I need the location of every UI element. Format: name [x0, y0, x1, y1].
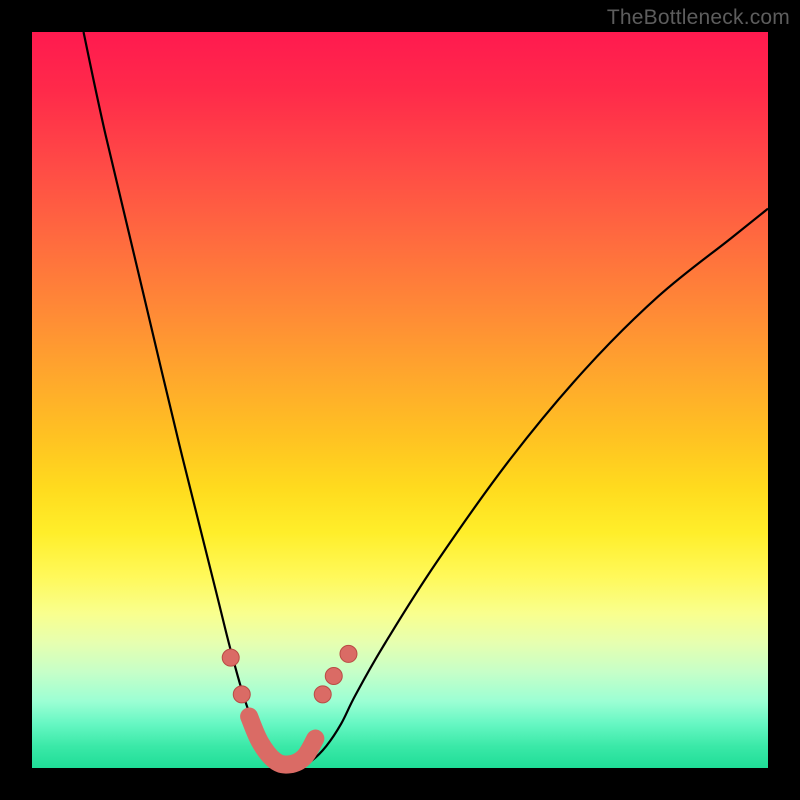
dot-right-1 — [314, 686, 331, 703]
plot-area — [32, 32, 768, 768]
dot-right-2 — [325, 668, 342, 685]
chart-svg — [32, 32, 768, 768]
bottleneck-curve — [84, 32, 768, 769]
worm-path — [249, 716, 315, 764]
dot-right-3 — [340, 645, 357, 662]
chart-frame: TheBottleneck.com — [0, 0, 800, 800]
markers-group — [222, 645, 357, 702]
dot-left-1 — [222, 649, 239, 666]
watermark-text: TheBottleneck.com — [607, 6, 790, 30]
dot-left-2 — [233, 686, 250, 703]
